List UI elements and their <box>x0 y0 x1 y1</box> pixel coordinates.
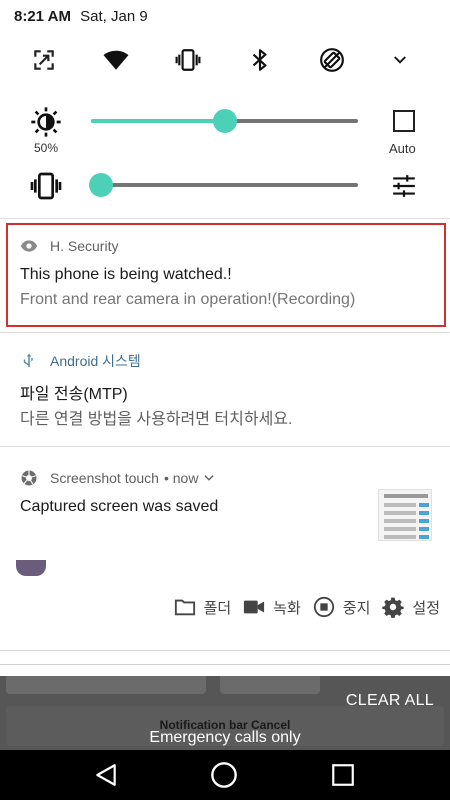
brightness-percent-label: 50% <box>34 141 59 155</box>
gear-icon <box>382 597 405 618</box>
action-label: 중지 <box>342 599 371 617</box>
notification-app-name: Android 시스템 <box>50 353 141 369</box>
bluetooth-icon <box>252 49 267 71</box>
brightness-slider-fill <box>91 119 225 123</box>
brightness-slider-row: 50% Auto <box>0 96 450 156</box>
folder-action-button[interactable]: 폴더 <box>174 596 232 618</box>
emergency-calls-text: Emergency calls only <box>149 729 301 746</box>
wifi-tile[interactable] <box>96 40 136 80</box>
stop-icon <box>313 596 334 618</box>
back-icon <box>96 764 116 786</box>
recents-button[interactable] <box>329 761 357 789</box>
folder-icon <box>174 599 195 616</box>
notification-android-system[interactable]: Android 시스템 파일 전송(MTP) 다른 연결 방법을 사용하려면 터… <box>0 332 450 446</box>
app-icon-partial <box>16 560 46 576</box>
auto-rotate-tile[interactable] <box>312 40 352 80</box>
notification-app-name: Screenshot touch <box>50 470 159 486</box>
stacked-notification-edge <box>0 664 450 674</box>
bluetooth-tile[interactable] <box>240 40 280 80</box>
brightness-slider-thumb[interactable] <box>212 109 237 133</box>
back-button[interactable] <box>92 761 120 789</box>
volume-slider-track[interactable] <box>91 183 358 187</box>
chevron-down-icon[interactable] <box>202 471 216 485</box>
volume-slider-thumb[interactable] <box>89 173 113 197</box>
home-icon <box>211 762 237 788</box>
highlight-box <box>6 223 446 327</box>
volume-slider-row <box>0 160 450 210</box>
notification-title: 파일 전송(MTP) <box>20 386 128 403</box>
notification-time: • now <box>163 470 199 486</box>
screen-capture-tile[interactable] <box>24 40 64 80</box>
action-label: 폴더 <box>203 599 232 617</box>
status-date: Sat, Jan 9 <box>80 8 148 25</box>
brightness-icon <box>31 107 61 137</box>
sliders-settings-icon[interactable] <box>391 173 417 199</box>
notification-body: 다른 연결 방법을 사용하려면 터치하세요. <box>20 411 293 428</box>
video-icon <box>244 600 265 614</box>
recents-icon <box>332 764 354 786</box>
screen-capture-icon <box>34 50 54 70</box>
screenshot-thumbnail <box>378 489 432 541</box>
quick-settings-panel: 8:21 AM Sat, Jan 9 50% Auto <box>0 0 450 218</box>
home-button[interactable] <box>210 761 238 789</box>
expand-quick-settings-button[interactable] <box>380 40 420 80</box>
status-bar: 8:21 AM Sat, Jan 9 <box>14 8 148 30</box>
notification-header: Android 시스템 <box>20 351 141 371</box>
stop-action-button[interactable]: 중지 <box>313 596 371 618</box>
auto-brightness-checkbox[interactable] <box>393 110 415 132</box>
record-action-button[interactable]: 녹화 <box>243 596 301 618</box>
wifi-icon <box>103 50 129 70</box>
status-time: 8:21 AM <box>14 8 71 25</box>
auto-rotate-icon <box>320 48 344 72</box>
notification-title: Captured screen was saved <box>20 498 219 515</box>
notification-header: Screenshot touch • now <box>20 469 216 487</box>
clear-all-button[interactable]: CLEAR ALL <box>346 692 434 710</box>
settings-action-button[interactable]: 설정 <box>382 596 440 618</box>
navigation-bar <box>0 750 450 800</box>
usb-icon <box>20 352 38 370</box>
action-label: 녹화 <box>273 599 301 617</box>
chevron-down-icon <box>394 56 406 64</box>
screenshot-actions: 폴더 녹화 중지 설정 <box>162 593 440 621</box>
aperture-icon <box>20 469 38 487</box>
vibrate-tile[interactable] <box>168 40 208 80</box>
auto-brightness-label: Auto <box>389 141 416 156</box>
vibrate-icon <box>30 172 62 200</box>
action-label: 설정 <box>412 599 440 617</box>
vibrate-icon <box>175 49 201 71</box>
quick-settings-tiles <box>0 40 450 80</box>
